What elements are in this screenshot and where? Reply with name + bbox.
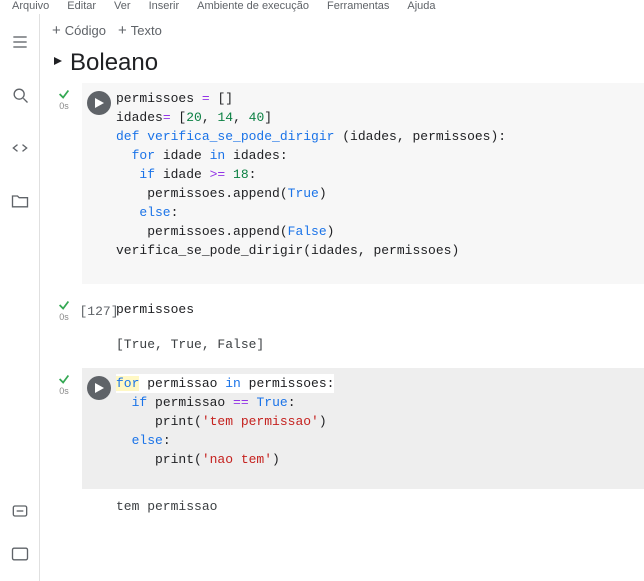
cell-output: tem permissao xyxy=(46,489,644,520)
cell-body: [127] permissoes xyxy=(82,294,644,327)
cell-body: for permissao in permissoes: if permissa… xyxy=(82,368,644,489)
menu-editar[interactable]: Editar xyxy=(67,0,96,12)
add-text-button[interactable]: +Texto xyxy=(118,22,162,39)
exec-time: 0s xyxy=(59,312,69,322)
cell-output: [True, True, False] xyxy=(46,327,644,358)
files-icon[interactable] xyxy=(10,191,30,216)
menu-ambiente[interactable]: Ambiente de execução xyxy=(197,0,309,12)
code-editor[interactable]: permissoes = [] idades= [20, 14, 40] def… xyxy=(116,89,644,278)
code-cell: 0s for permissao in permissoes: if permi… xyxy=(46,368,644,520)
check-icon xyxy=(57,87,71,101)
check-icon xyxy=(57,298,71,312)
code-editor[interactable]: permissoes xyxy=(116,300,644,321)
main: +Código +Texto Boleano 0s permissoes = [… xyxy=(40,14,644,581)
run-button[interactable] xyxy=(87,91,111,115)
run-button[interactable] xyxy=(87,376,111,400)
check-icon xyxy=(57,372,71,386)
menu-inserir[interactable]: Inserir xyxy=(149,0,180,12)
sidebar xyxy=(0,14,40,581)
exec-count: [127] xyxy=(80,302,119,321)
cell-gutter: 0s xyxy=(46,368,82,489)
menu-ferramentas[interactable]: Ferramentas xyxy=(327,0,389,12)
add-code-button[interactable]: +Código xyxy=(52,22,106,39)
menu-arquivo[interactable]: Arquivo xyxy=(12,0,49,12)
cell-gutter: 0s xyxy=(46,294,82,327)
plus-icon: + xyxy=(118,22,127,39)
menu-ajuda[interactable]: Ajuda xyxy=(407,0,435,12)
menubar: Arquivo Editar Ver Inserir Ambiente de e… xyxy=(0,0,644,14)
code-editor[interactable]: for permissao in permissoes: if permissa… xyxy=(116,374,644,487)
menu-ver[interactable]: Ver xyxy=(114,0,131,12)
cell-gutter: 0s xyxy=(46,83,82,284)
section-header[interactable]: Boleano xyxy=(40,47,644,83)
exec-time: 0s xyxy=(59,101,69,111)
section-title: Boleano xyxy=(70,49,158,77)
terminal-icon[interactable] xyxy=(10,544,30,569)
exec-time: 0s xyxy=(59,386,69,396)
code-snippets-icon[interactable] xyxy=(10,138,30,163)
toolbar: +Código +Texto xyxy=(40,14,644,47)
toc-icon[interactable] xyxy=(10,32,30,57)
command-palette-icon[interactable] xyxy=(10,501,30,526)
collapse-arrow-icon xyxy=(52,54,64,72)
cell-body: permissoes = [] idades= [20, 14, 40] def… xyxy=(82,83,644,284)
search-icon[interactable] xyxy=(10,85,30,110)
cells-container: 0s permissoes = [] idades= [20, 14, 40] … xyxy=(40,83,644,520)
code-cell: 0s [127] permissoes [True, True, False] xyxy=(46,294,644,358)
plus-icon: + xyxy=(52,22,61,39)
code-cell: 0s permissoes = [] idades= [20, 14, 40] … xyxy=(46,83,644,284)
